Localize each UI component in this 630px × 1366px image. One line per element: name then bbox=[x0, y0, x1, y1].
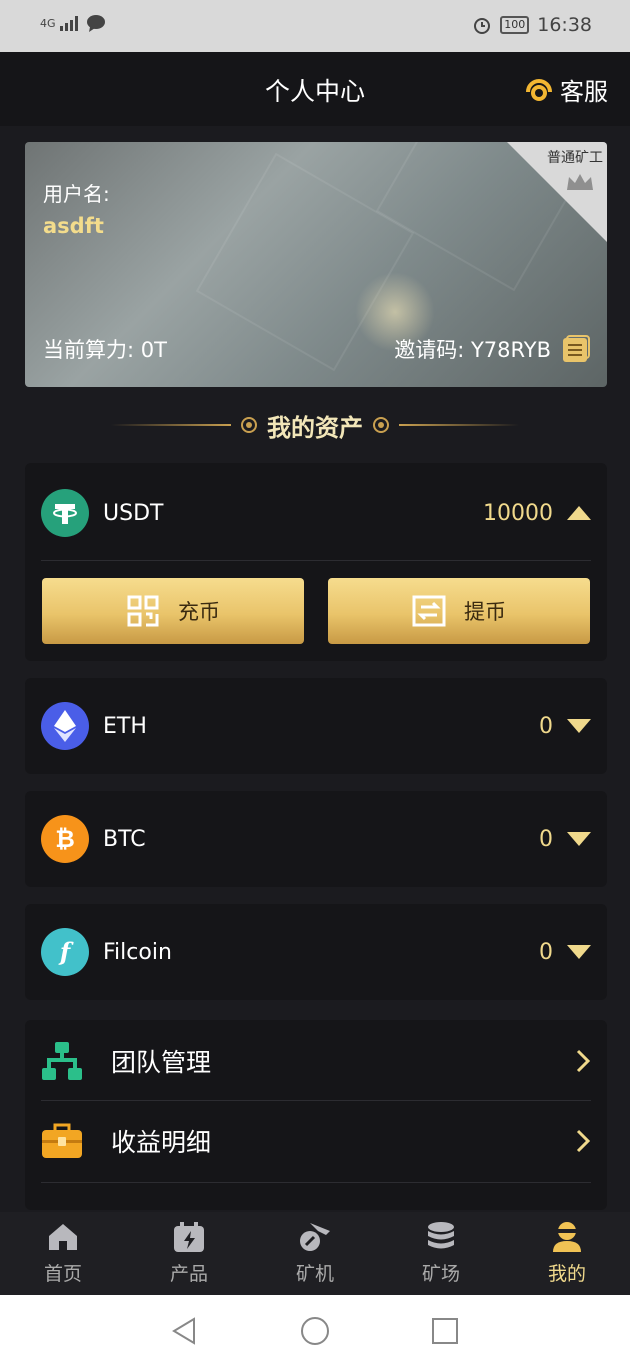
asset-value: 0 bbox=[539, 826, 553, 852]
mine-field-icon bbox=[426, 1221, 456, 1253]
divider-line bbox=[111, 424, 231, 426]
asset-balance: 0 bbox=[539, 940, 591, 965]
team-icon bbox=[41, 1040, 83, 1082]
network-label: 4G bbox=[40, 16, 56, 30]
asset-name: Filcoin bbox=[103, 939, 172, 965]
nav-item-mine[interactable]: 我的 bbox=[504, 1212, 630, 1295]
status-right: 100 16:38 bbox=[472, 14, 592, 36]
user-card: 普通矿工 用户名: asdft 当前算力: 0T 邀请码: Y78RYB bbox=[25, 142, 607, 387]
back-icon[interactable] bbox=[170, 1316, 200, 1346]
tether-icon bbox=[41, 489, 89, 537]
nav-item-mine-field[interactable]: 矿场 bbox=[378, 1212, 504, 1295]
product-icon bbox=[173, 1221, 205, 1253]
ethereum-icon bbox=[41, 702, 89, 750]
nav-item-miners[interactable]: 矿机 bbox=[252, 1212, 378, 1295]
expand-icon[interactable] bbox=[567, 832, 591, 846]
invite-code: 邀请码: Y78RYB bbox=[394, 334, 591, 364]
menu-item-partial[interactable] bbox=[41, 1188, 591, 1210]
asset-value: 0 bbox=[539, 713, 553, 739]
divider-line bbox=[399, 424, 519, 426]
asset-name: USDT bbox=[103, 500, 164, 526]
expand-icon[interactable] bbox=[567, 945, 591, 959]
transfer-icon bbox=[412, 594, 446, 628]
asset-name: BTC bbox=[103, 826, 146, 852]
system-nav-bar bbox=[0, 1295, 630, 1366]
level-label: 普通矿工 bbox=[547, 150, 603, 166]
home-icon bbox=[47, 1221, 79, 1253]
menu-divider bbox=[41, 1182, 591, 1183]
home-circle-icon[interactable] bbox=[300, 1316, 330, 1346]
nav-label: 矿场 bbox=[421, 1263, 460, 1285]
service-label: 客服 bbox=[560, 78, 608, 106]
menu-list: 团队管理 收益明细 bbox=[25, 1020, 607, 1210]
nav-item-home[interactable]: 首页 bbox=[0, 1212, 126, 1295]
menu-icon bbox=[41, 1208, 83, 1210]
asset-row-eth[interactable]: ETH 0 bbox=[41, 678, 591, 774]
asset-panel-usdt: USDT 10000 充币 提币 bbox=[25, 463, 607, 661]
asset-row-usdt[interactable]: USDT 10000 bbox=[41, 463, 591, 563]
menu-item-label: 收益明细 bbox=[111, 1128, 212, 1157]
svg-text:₿: ₿ bbox=[55, 825, 75, 853]
deposit-label: 充币 bbox=[178, 600, 220, 624]
menu-item-earnings[interactable]: 收益明细 bbox=[41, 1100, 591, 1182]
clock: 16:38 bbox=[537, 14, 592, 36]
divider bbox=[41, 560, 591, 561]
alarm-icon bbox=[474, 18, 491, 34]
withdraw-button[interactable]: 提币 bbox=[328, 578, 590, 644]
nav-label: 我的 bbox=[547, 1263, 586, 1285]
asset-row-filcoin[interactable]: f Filcoin 0 bbox=[41, 904, 591, 1000]
nav-label: 首页 bbox=[43, 1263, 82, 1285]
status-bar: 4G 100 16:38 bbox=[0, 0, 630, 52]
asset-row-btc[interactable]: ₿ BTC 0 bbox=[41, 791, 591, 887]
username: asdft bbox=[43, 214, 104, 238]
asset-value: 0 bbox=[539, 939, 553, 965]
deposit-button[interactable]: 充币 bbox=[42, 578, 304, 644]
chevron-right-icon bbox=[576, 1049, 591, 1073]
asset-value: 10000 bbox=[483, 500, 553, 526]
assets-title: 我的资产 bbox=[267, 413, 363, 442]
page-header: 个人中心 客服 bbox=[0, 52, 630, 126]
asset-panel-btc: ₿ BTC 0 bbox=[25, 791, 607, 887]
user-icon bbox=[551, 1221, 583, 1253]
recents-icon[interactable] bbox=[430, 1316, 460, 1346]
asset-balance: 0 bbox=[539, 714, 591, 739]
menu-item-label: 团队管理 bbox=[111, 1048, 212, 1077]
nav-label: 产品 bbox=[169, 1263, 208, 1285]
asset-balance: 0 bbox=[539, 827, 591, 852]
filecoin-icon: f bbox=[41, 928, 89, 976]
nav-item-products[interactable]: 产品 bbox=[126, 1212, 252, 1295]
ornament bbox=[241, 417, 257, 433]
chevron-right-icon bbox=[576, 1129, 591, 1153]
headset-icon bbox=[526, 78, 552, 101]
miner-icon bbox=[298, 1221, 332, 1253]
assets-section-header: 我的资产 bbox=[0, 400, 630, 450]
bottom-nav: 首页 产品 矿机 矿场 我的 bbox=[0, 1212, 630, 1295]
signal-icon bbox=[59, 16, 78, 31]
hash-power: 当前算力: 0T bbox=[43, 338, 167, 362]
invite-code-text: 邀请码: Y78RYB bbox=[394, 338, 551, 362]
asset-panel-filcoin: f Filcoin 0 bbox=[25, 904, 607, 1000]
bitcoin-icon: ₿ bbox=[41, 815, 89, 863]
battery-indicator: 100 bbox=[500, 16, 530, 34]
status-left: 4G bbox=[40, 14, 106, 32]
crown-icon bbox=[567, 174, 593, 190]
customer-service-button[interactable]: 客服 bbox=[524, 72, 608, 107]
ornament bbox=[373, 417, 389, 433]
collapse-icon[interactable] bbox=[567, 506, 591, 520]
qr-code-icon bbox=[126, 594, 160, 628]
nav-label: 矿机 bbox=[295, 1263, 334, 1285]
asset-name: ETH bbox=[103, 713, 147, 739]
username-label: 用户名: bbox=[43, 182, 110, 206]
withdraw-label: 提币 bbox=[464, 600, 506, 624]
svg-text:f: f bbox=[58, 937, 74, 966]
asset-balance: 10000 bbox=[483, 501, 591, 526]
briefcase-icon bbox=[41, 1120, 83, 1162]
expand-icon[interactable] bbox=[567, 719, 591, 733]
asset-panel-eth: ETH 0 bbox=[25, 678, 607, 774]
copy-icon[interactable] bbox=[561, 334, 591, 364]
menu-item-team[interactable]: 团队管理 bbox=[41, 1020, 591, 1102]
chat-icon bbox=[86, 15, 105, 32]
